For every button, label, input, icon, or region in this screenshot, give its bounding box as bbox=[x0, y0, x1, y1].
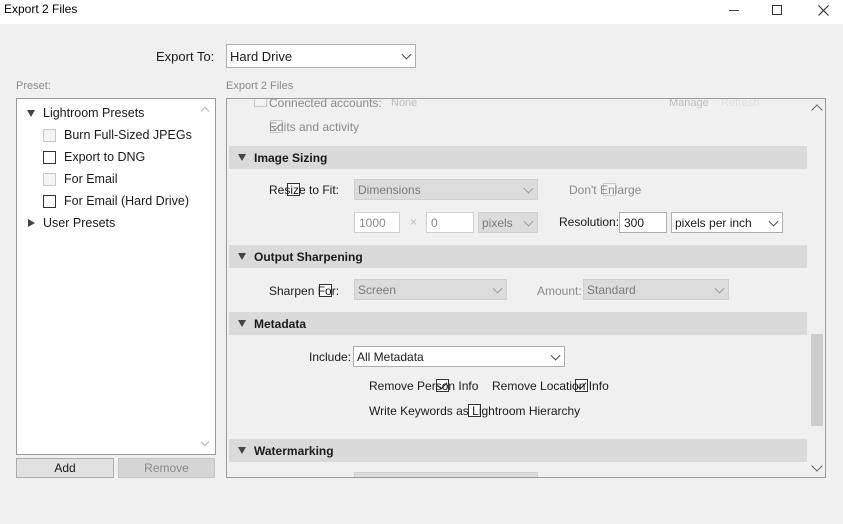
chevron-down-icon bbox=[523, 183, 534, 194]
preset-label: Preset: bbox=[16, 80, 51, 92]
window-title: Export 2 Files bbox=[4, 2, 78, 16]
preset-item-export-dng[interactable]: Export to DNG bbox=[43, 146, 145, 168]
preset-group-label: Lightroom Presets bbox=[43, 106, 145, 120]
expand-triangle-icon bbox=[238, 253, 246, 260]
chevron-down-icon bbox=[523, 216, 534, 227]
preset-item-label: Burn Full-Sized JPEGs bbox=[64, 128, 192, 142]
settings-scrollbar[interactable] bbox=[809, 99, 825, 477]
connected-value: None bbox=[391, 98, 418, 109]
preset-item-for-email[interactable]: For Email bbox=[43, 168, 117, 190]
expand-triangle-icon bbox=[238, 154, 246, 161]
resize-label: Resize to Fit: bbox=[269, 183, 340, 197]
resolution-units-value: pixels per inch bbox=[675, 215, 752, 230]
amount-select[interactable]: Standard bbox=[583, 279, 729, 300]
preset-item-label: For Email (Hard Drive) bbox=[64, 194, 190, 208]
section-title: Watermarking bbox=[254, 443, 334, 458]
resize-mode-value: Dimensions bbox=[358, 182, 421, 197]
preset-scroll-up[interactable] bbox=[199, 103, 213, 117]
chevron-up-icon bbox=[200, 106, 210, 116]
remove-person-label: Remove Person Info bbox=[369, 379, 479, 393]
include-label: Include: bbox=[309, 350, 352, 364]
chevron-down-icon bbox=[768, 216, 779, 227]
sharpen-for-select[interactable]: Screen bbox=[354, 279, 507, 300]
manage-link[interactable]: Manage bbox=[669, 99, 709, 109]
sharpen-for-value: Screen bbox=[358, 282, 397, 297]
amount-value: Standard bbox=[587, 282, 636, 297]
collapse-triangle-icon bbox=[28, 219, 35, 227]
include-value: All Metadata bbox=[357, 349, 424, 364]
preset-checkbox[interactable] bbox=[43, 128, 56, 142]
chevron-down-icon bbox=[492, 283, 503, 294]
preset-group-label: User Presets bbox=[43, 216, 116, 230]
chevron-down-icon bbox=[550, 350, 561, 361]
maximize-button[interactable] bbox=[754, 0, 800, 20]
expand-triangle-icon bbox=[27, 109, 35, 117]
preset-group-lightroom[interactable]: Lightroom Presets bbox=[27, 102, 144, 124]
preset-checkbox[interactable] bbox=[43, 194, 56, 208]
minimize-icon bbox=[729, 9, 739, 11]
maximize-icon bbox=[772, 5, 782, 15]
export-to-label: Export To: bbox=[156, 49, 215, 64]
include-select[interactable]: All Metadata bbox=[353, 346, 565, 367]
output-sharpening-header[interactable]: Output Sharpening bbox=[229, 245, 807, 268]
times-sign: × bbox=[410, 215, 418, 229]
chevron-down-icon bbox=[714, 283, 725, 294]
resolution-label: Resolution: bbox=[559, 215, 620, 229]
export-to-select[interactable]: Hard Drive bbox=[226, 44, 416, 68]
image-sizing-header[interactable]: Image Sizing bbox=[229, 146, 807, 169]
minimize-button[interactable] bbox=[711, 0, 757, 20]
width-input[interactable]: 1000 bbox=[354, 212, 400, 233]
scrollbar-thumb[interactable] bbox=[811, 334, 823, 426]
edits-label: Edits and activity bbox=[269, 120, 360, 134]
remove-preset-button[interactable]: Remove bbox=[118, 458, 215, 478]
preset-tree: Lightroom Presets Burn Full-Sized JPEGs … bbox=[16, 98, 216, 455]
chevron-down-icon bbox=[200, 437, 210, 447]
settings-label: Export 2 Files bbox=[226, 80, 294, 92]
resolution-units-select[interactable]: pixels per inch bbox=[671, 212, 783, 233]
close-button[interactable] bbox=[800, 0, 843, 20]
remove-location-label: Remove Location Info bbox=[492, 379, 609, 393]
dont-enlarge-label: Don't Enlarge bbox=[569, 183, 642, 197]
resolution-input[interactable]: 300 bbox=[619, 212, 667, 233]
refresh-link[interactable]: Refresh bbox=[721, 99, 760, 109]
section-title: Metadata bbox=[254, 316, 307, 331]
settings-panel: Connected accounts: None Manage Refresh … bbox=[226, 98, 826, 478]
connected-checkbox[interactable] bbox=[254, 99, 267, 107]
preset-item-for-email-hd[interactable]: For Email (Hard Drive) bbox=[43, 190, 189, 212]
export-to-value: Hard Drive bbox=[230, 48, 293, 64]
chevron-down-icon bbox=[401, 49, 412, 60]
preset-checkbox[interactable] bbox=[43, 150, 56, 164]
resize-mode-select[interactable]: Dimensions bbox=[354, 179, 538, 200]
amount-label: Amount: bbox=[537, 284, 582, 298]
preset-item-burn-jpegs[interactable]: Burn Full-Sized JPEGs bbox=[43, 124, 192, 146]
metadata-header[interactable]: Metadata bbox=[229, 312, 807, 335]
keywords-label: Write Keywords as Lightroom Hierarchy bbox=[369, 404, 581, 418]
expand-triangle-icon bbox=[238, 447, 246, 454]
connected-label: Connected accounts: bbox=[269, 98, 382, 110]
units-select[interactable]: pixels bbox=[478, 212, 538, 233]
section-title: Output Sharpening bbox=[254, 249, 363, 264]
close-icon bbox=[817, 4, 829, 16]
chevron-down-icon[interactable] bbox=[811, 460, 823, 472]
preset-item-label: For Email bbox=[64, 172, 118, 186]
expand-triangle-icon bbox=[238, 320, 246, 327]
preset-group-user[interactable]: User Presets bbox=[28, 212, 115, 234]
chevron-up-icon[interactable] bbox=[811, 104, 823, 116]
preset-item-label: Export to DNG bbox=[64, 150, 146, 164]
add-preset-button[interactable]: Add bbox=[16, 458, 114, 478]
section-title: Image Sizing bbox=[254, 150, 328, 165]
preset-scroll-down[interactable] bbox=[199, 437, 213, 451]
height-input[interactable]: 0 bbox=[426, 212, 474, 233]
preset-checkbox[interactable] bbox=[43, 172, 56, 186]
watermark-select[interactable] bbox=[354, 472, 538, 477]
sharpen-label: Sharpen For: bbox=[269, 284, 340, 298]
watermarking-header[interactable]: Watermarking bbox=[229, 439, 807, 462]
units-value: pixels bbox=[482, 215, 513, 230]
